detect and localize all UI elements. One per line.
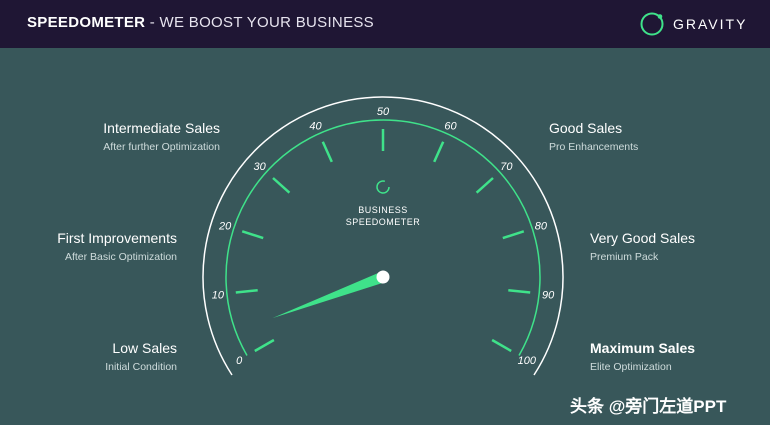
- gauge-tick-label: 80: [535, 221, 548, 233]
- title-bold: SPEEDOMETER: [27, 14, 146, 31]
- gauge-needle-hub: [376, 270, 390, 284]
- gauge-center-label-line2: SPEEDOMETER: [346, 217, 421, 227]
- gauge-tick-label: 10: [212, 289, 225, 301]
- gauge-tick-mark: [475, 177, 494, 194]
- gauge-tick-label: 100: [518, 355, 537, 367]
- gauge-tick-label: 0: [236, 355, 243, 367]
- gauge-tick-mark: [502, 230, 525, 240]
- gauge-tick-mark: [508, 288, 531, 294]
- gauge-tick-label: 90: [542, 289, 555, 301]
- brand-name: GRAVITY: [673, 16, 748, 32]
- gauge-center-ring-icon: [376, 180, 390, 194]
- gauge-tick-mark: [433, 141, 445, 163]
- gauge-tick-label: 70: [500, 161, 513, 173]
- header-bar: SPEEDOMETER - WE BOOST YOUR BUSINESS GRA…: [0, 0, 770, 48]
- speedometer-gauge: BUSINESS SPEEDOMETER 0 10 20 30 40 50 60 70 80 90…: [202, 96, 564, 376]
- watermark: 头条 @旁门左道PPT: [570, 397, 727, 416]
- gauge-tick-mark: [254, 338, 275, 353]
- gauge-tick-label: 60: [444, 120, 457, 132]
- gauge-tick-label: 50: [377, 106, 390, 118]
- gauge-needle: [272, 271, 385, 319]
- gauge-inner-arc: [225, 119, 541, 356]
- gauge-tick-label: 40: [309, 120, 322, 132]
- page-title: SPEEDOMETER - WE BOOST YOUR BUSINESS: [27, 14, 374, 31]
- title-subtitle: - WE BOOST YOUR BUSINESS: [149, 14, 374, 31]
- gauge-tick-mark: [272, 177, 291, 194]
- gauge-tick-label: 20: [218, 221, 232, 233]
- gauge-tick-mark: [321, 141, 333, 163]
- gauge-tick-label: 30: [253, 161, 266, 173]
- gauge-center-label-line1: BUSINESS: [358, 205, 408, 215]
- gauge-tick-mark: [241, 230, 264, 240]
- gauge-tick-mark: [491, 338, 512, 353]
- gauge-tick-mark: [235, 288, 258, 294]
